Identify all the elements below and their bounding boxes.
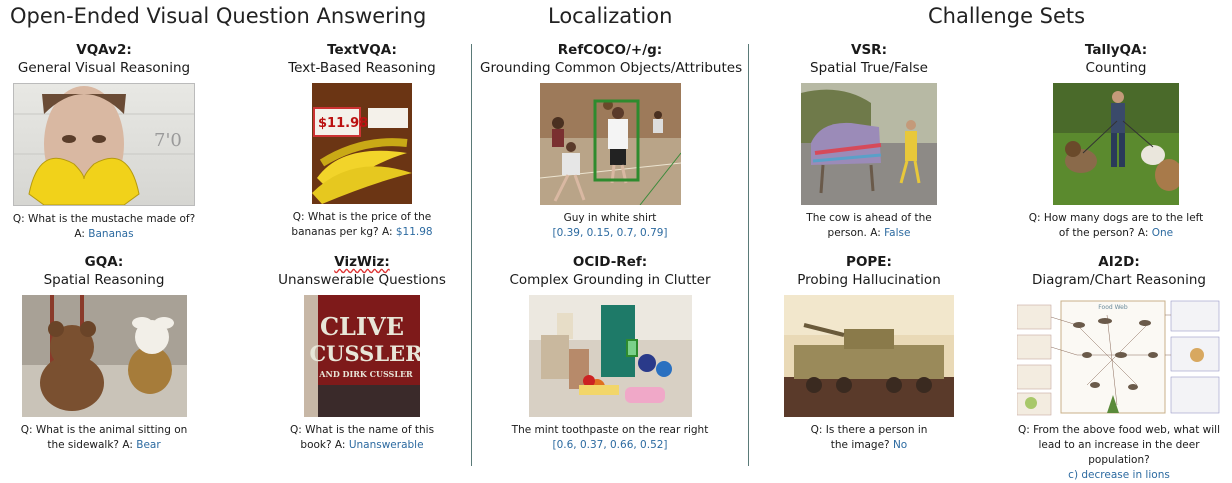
referring-expression: The mint toothpaste on the rear right <box>511 424 709 436</box>
dataset-name: GQA: <box>84 254 124 270</box>
caption: The cow is ahead of the person. A: False <box>804 211 934 241</box>
image-ocidref <box>528 295 692 417</box>
card-gqa: GQA: Spatial Reasoning Q: What is the an… <box>4 254 204 453</box>
answer-text: False <box>884 227 911 239</box>
dataset-subtitle: Counting <box>1085 60 1147 76</box>
image-vizwiz: CLIVE CUSSLER AND DIRK CUSSLER <box>304 295 420 417</box>
question-text: Q: From the above food web, what will le… <box>1017 424 1220 466</box>
question-text: The cow is ahead of the person. A: <box>806 212 932 239</box>
caption: Q: What is the name of this book? A: Una… <box>287 423 437 453</box>
question-text: Q: How many dogs are to the left of the … <box>1028 212 1204 239</box>
caption: Q: What is the animal sitting on the sid… <box>14 423 194 453</box>
dataset-subtitle: Complex Grounding in Clutter <box>509 272 711 288</box>
answer-text: Bear <box>136 439 161 451</box>
caption: Q: What is the price of the bananas per … <box>287 210 437 240</box>
caption: Guy in white shirt [0.39, 0.15, 0.7, 0.7… <box>480 211 740 241</box>
dataset-name: AI2D: <box>1098 254 1140 270</box>
image-gqa <box>21 295 187 417</box>
dataset-subtitle: Probing Hallucination <box>797 272 941 288</box>
dataset-subtitle: Diagram/Chart Reasoning <box>1032 272 1206 288</box>
dataset-name: VSR: <box>851 42 887 58</box>
dataset-subtitle: Grounding Common Objects/Attributes <box>480 60 743 76</box>
book-title-line-3: AND DIRK CUSSLER <box>318 369 413 379</box>
image-vqav2: 7'0 <box>13 83 195 206</box>
answer-text: $11.98 <box>395 226 433 238</box>
caption: The mint toothpaste on the rear right [0… <box>480 423 740 453</box>
answer-prefix: A: <box>74 228 85 240</box>
answer-line: A: Bananas <box>4 227 204 242</box>
dataset-subtitle: Spatial True/False <box>810 60 928 76</box>
card-ai2d: AI2D: Diagram/Chart Reasoning Food Web Q… <box>1010 254 1228 483</box>
card-tallyqa: TallyQA: Counting Q: How many dogs are t… <box>1016 42 1216 241</box>
question-text: Q: What is the mustache made of? <box>12 213 196 225</box>
price-tag-text: $11.98 <box>318 116 368 131</box>
section-title-localization: Localization <box>548 4 673 28</box>
bbox-coordinates: [0.6, 0.37, 0.66, 0.52] <box>552 439 668 451</box>
bbox-coordinates: [0.39, 0.15, 0.7, 0.79] <box>552 227 668 239</box>
dataset-subtitle: Text-Based Reasoning <box>288 60 436 76</box>
image-pope <box>784 295 954 417</box>
book-title-line-2: CUSSLER <box>309 341 420 366</box>
caption: Q: What is the mustache made of? A: Bana… <box>4 212 204 242</box>
dataset-name: POPE: <box>846 254 892 270</box>
caption: Q: How many dogs are to the left of the … <box>1028 211 1204 241</box>
answer-text: No <box>892 439 908 451</box>
caption: Q: From the above food web, what will le… <box>1010 423 1228 483</box>
dataset-name: OCID-Ref: <box>572 254 648 270</box>
dataset-subtitle: General Visual Reasoning <box>17 60 191 76</box>
book-title-line-1: CLIVE <box>320 312 404 341</box>
dataset-subtitle: Unanswerable Questions <box>278 272 446 288</box>
dataset-name: VizWiz: <box>334 254 390 270</box>
image-textvqa: $11.98 <box>312 83 412 204</box>
section-title-vqa: Open-Ended Visual Question Answering <box>10 4 427 28</box>
image-tallyqa <box>1053 83 1179 205</box>
dataset-name: TallyQA: <box>1084 42 1148 58</box>
answer-text: Bananas <box>88 228 134 240</box>
card-textvqa: TextVQA: Text-Based Reasoning $11.98 Q: … <box>262 42 462 240</box>
card-ocidref: OCID-Ref: Complex Grounding in Clutter T… <box>480 254 740 453</box>
dataset-subtitle: Spatial Reasoning <box>43 272 165 288</box>
image-refcoco <box>539 83 681 205</box>
image-vsr <box>801 83 937 205</box>
answer-text: c) decrease in lions <box>1068 469 1170 481</box>
dataset-name: VQAv2: <box>76 42 132 58</box>
referring-expression: Guy in white shirt <box>563 212 657 224</box>
diagram-title: Food Web <box>1098 304 1128 311</box>
card-refcoco: RefCOCO/+/g: Grounding Common Objects/At… <box>480 42 743 241</box>
section-title-challenge: Challenge Sets <box>928 4 1086 28</box>
answer-text: One <box>1151 227 1174 239</box>
question-text: Q: What is the animal sitting on the sid… <box>20 424 188 451</box>
divider-right <box>748 44 749 466</box>
question-text: Q: Is there a person in the image? <box>810 424 928 451</box>
divider-left <box>471 44 472 466</box>
caption: Q: Is there a person in the image? No <box>804 423 934 453</box>
svg-text:7'0: 7'0 <box>154 130 182 151</box>
card-vizwiz: VizWiz: Unanswerable Questions CLIVE CUS… <box>262 254 462 453</box>
card-vsr: VSR: Spatial True/False The cow is ahead… <box>770 42 968 241</box>
card-vqav2: VQAv2: General Visual Reasoning 7'0 Q: W… <box>4 42 204 242</box>
dataset-name: TextVQA: <box>327 42 397 58</box>
card-pope: POPE: Probing Hallucination Q: Is there … <box>770 254 968 453</box>
dataset-name: RefCOCO/+/g: <box>557 42 663 58</box>
answer-text: Unanswerable <box>348 439 424 451</box>
image-ai2d: Food Web <box>1017 295 1221 417</box>
